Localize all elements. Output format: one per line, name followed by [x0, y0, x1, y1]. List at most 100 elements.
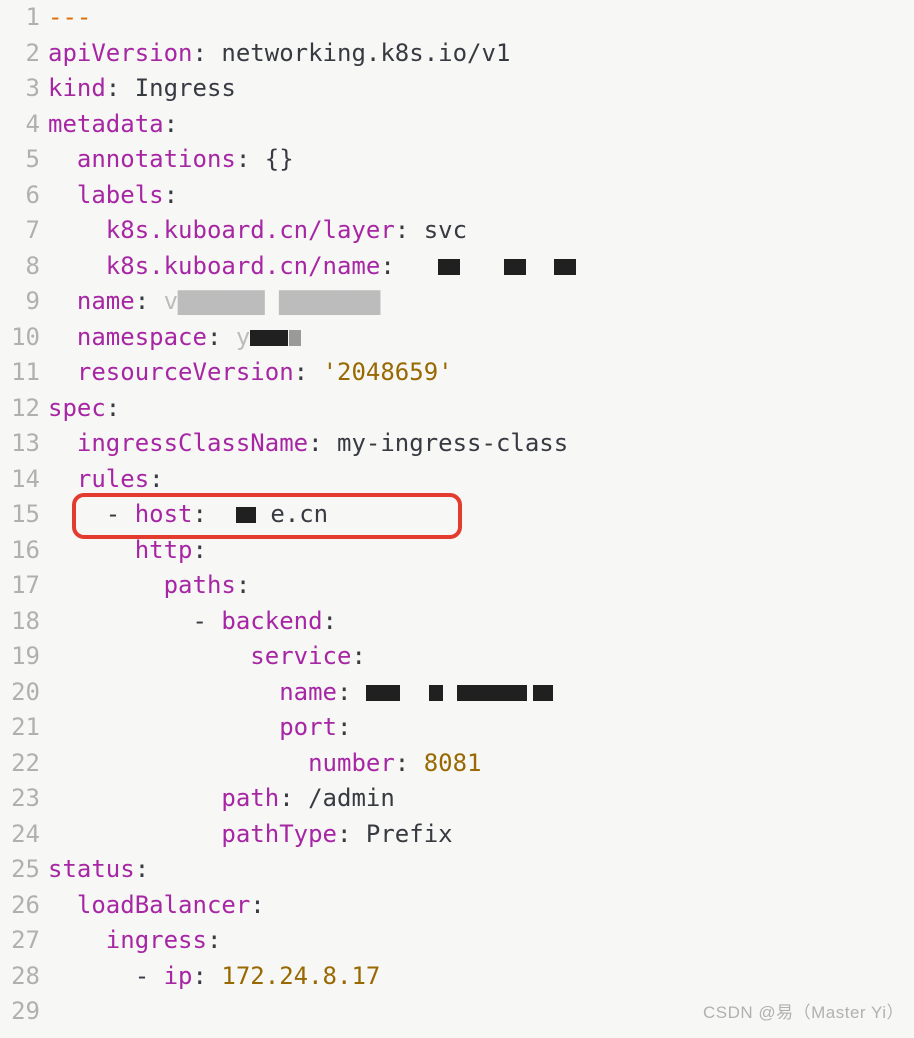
redacted-block — [504, 259, 526, 275]
line-number: 21 — [0, 710, 48, 746]
code-line: 22 number: 8081 — [0, 746, 914, 782]
yaml-code-block: 1 --- 2 apiVersion: networking.k8s.io/v1… — [0, 0, 914, 1030]
code-line: 8 k8s.kuboard.cn/name: — [0, 249, 914, 285]
yaml-value: Ingress — [135, 74, 236, 102]
code-line: 15 - host: e.cn — [0, 497, 914, 533]
yaml-key: paths — [164, 571, 236, 599]
redacted-block — [366, 685, 400, 701]
code-line: 3 kind: Ingress — [0, 71, 914, 107]
redacted-block — [533, 685, 553, 701]
yaml-value: e.cn — [270, 500, 328, 528]
code-line: 17 paths: — [0, 568, 914, 604]
yaml-key: service — [250, 642, 351, 670]
line-number: 29 — [0, 994, 48, 1030]
line-number: 2 — [0, 36, 48, 72]
code-line: 21 port: — [0, 710, 914, 746]
yaml-key: k8s.kuboard.cn/layer — [106, 216, 395, 244]
line-number: 23 — [0, 781, 48, 817]
yaml-key: port — [279, 713, 337, 741]
line-number: 27 — [0, 923, 48, 959]
yaml-key: pathType — [221, 820, 337, 848]
redacted-block — [457, 685, 527, 701]
yaml-key: status — [48, 855, 135, 883]
line-number: 4 — [0, 107, 48, 143]
yaml-key: annotations — [77, 145, 236, 173]
code-line: 1 --- — [0, 0, 914, 36]
yaml-key: spec — [48, 394, 106, 422]
yaml-key: ingress — [106, 926, 207, 954]
yaml-value: my-ingress-class — [337, 429, 568, 457]
code-line: 4 metadata: — [0, 107, 914, 143]
yaml-key: k8s.kuboard.cn/name — [106, 252, 381, 280]
line-number: 18 — [0, 604, 48, 640]
code-line: 18 - backend: — [0, 604, 914, 640]
yaml-value: Prefix — [366, 820, 453, 848]
yaml-value: 8081 — [424, 749, 482, 777]
watermark-text: CSDN @易（Master Yi） — [703, 995, 904, 1031]
yaml-doc-start: --- — [48, 3, 91, 31]
line-number: 6 — [0, 178, 48, 214]
line-number: 5 — [0, 142, 48, 178]
code-line: 24 pathType: Prefix — [0, 817, 914, 853]
yaml-key: ingressClassName — [77, 429, 308, 457]
line-number: 13 — [0, 426, 48, 462]
yaml-value: '2048659' — [323, 358, 453, 386]
line-number: 17 — [0, 568, 48, 604]
yaml-key: labels — [77, 181, 164, 209]
yaml-key: ip — [164, 962, 193, 990]
code-line: 12 spec: — [0, 391, 914, 427]
yaml-key: apiVersion — [48, 39, 193, 67]
code-line: 2 apiVersion: networking.k8s.io/v1 — [0, 36, 914, 72]
redacted-text: v▇▇▇▇▇▇ ▇▇▇▇▇▇▇ — [164, 287, 381, 315]
yaml-key: metadata — [48, 110, 164, 138]
yaml-key: host — [135, 500, 193, 528]
code-line: 27 ingress: — [0, 923, 914, 959]
redacted-block — [429, 685, 443, 701]
line-number: 11 — [0, 355, 48, 391]
line-number: 1 — [0, 0, 48, 36]
code-line: 11 resourceVersion: '2048659' — [0, 355, 914, 391]
redacted-block — [554, 259, 576, 275]
line-number: 26 — [0, 888, 48, 924]
yaml-value: networking.k8s.io/v1 — [221, 39, 510, 67]
line-number: 12 — [0, 391, 48, 427]
yaml-key: name — [279, 678, 337, 706]
yaml-key: http — [135, 536, 193, 564]
redacted-block — [289, 330, 301, 346]
code-line: 19 service: — [0, 639, 914, 675]
line-number: 7 — [0, 213, 48, 249]
code-line: 20 name: — [0, 675, 914, 711]
yaml-key: resourceVersion — [77, 358, 294, 386]
code-line: 25 status: — [0, 852, 914, 888]
code-line: 16 http: — [0, 533, 914, 569]
yaml-value: 172.24.8.17 — [221, 962, 380, 990]
code-line: 5 annotations: {} — [0, 142, 914, 178]
code-line: 26 loadBalancer: — [0, 888, 914, 924]
yaml-value: svc — [424, 216, 467, 244]
code-line: 23 path: /admin — [0, 781, 914, 817]
line-number: 10 — [0, 320, 48, 356]
line-number: 15 — [0, 497, 48, 533]
yaml-value: {} — [265, 145, 294, 173]
yaml-key: name — [77, 287, 135, 315]
line-number: 9 — [0, 284, 48, 320]
code-line: 9 name: v▇▇▇▇▇▇ ▇▇▇▇▇▇▇ — [0, 284, 914, 320]
line-number: 25 — [0, 852, 48, 888]
redacted-block — [236, 507, 256, 523]
line-number: 16 — [0, 533, 48, 569]
line-number: 20 — [0, 675, 48, 711]
yaml-key: loadBalancer — [77, 891, 250, 919]
line-number: 8 — [0, 249, 48, 285]
yaml-key: kind — [48, 74, 106, 102]
redacted-block — [250, 330, 288, 346]
line-number: 28 — [0, 959, 48, 995]
yaml-key: rules — [77, 465, 149, 493]
code-line: 10 namespace: y — [0, 320, 914, 356]
yaml-key: path — [221, 784, 279, 812]
redacted-block — [438, 259, 460, 275]
yaml-key: backend — [221, 607, 322, 635]
line-number: 3 — [0, 71, 48, 107]
code-line: 7 k8s.kuboard.cn/layer: svc — [0, 213, 914, 249]
yaml-key: number — [308, 749, 395, 777]
line-number: 22 — [0, 746, 48, 782]
